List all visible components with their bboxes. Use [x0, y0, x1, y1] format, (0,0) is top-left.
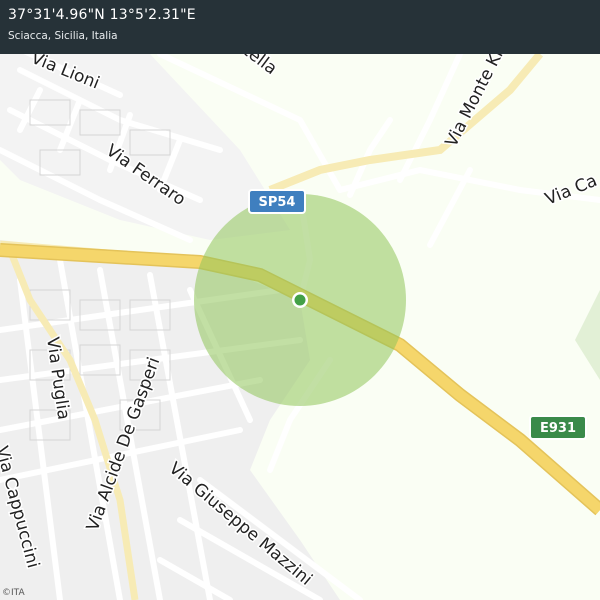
place-name: Sciacca, Sicilia, Italia [8, 30, 118, 42]
shield-sp54: SP54 [248, 189, 306, 214]
svg-text:SP54: SP54 [259, 195, 296, 210]
shield-e931: E931 [529, 415, 587, 440]
map-canvas[interactable]: Via Lioni Via Montella Via Monte Kron Vi… [0, 0, 600, 600]
park-area [575, 290, 600, 380]
location-header: 37°31'4.96"N 13°5'2.31"E Sciacca, Sicili… [0, 0, 600, 54]
label-via-ca: Via Ca [542, 171, 600, 210]
location-marker-dot [294, 294, 306, 306]
svg-text:E931: E931 [540, 421, 576, 436]
map-attribution: ©ITA [2, 588, 25, 598]
coordinates-text: 37°31'4.96"N 13°5'2.31"E [8, 7, 196, 23]
